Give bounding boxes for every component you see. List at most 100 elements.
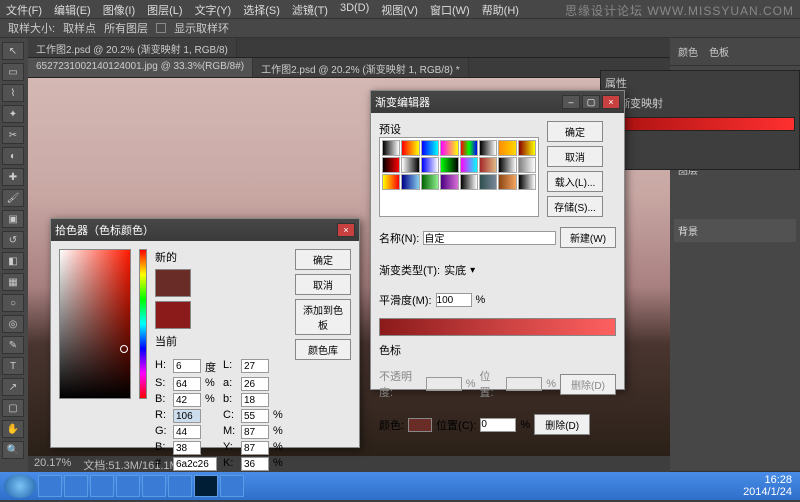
g-input[interactable] [173,425,201,439]
task-app4[interactable] [168,475,192,497]
heal-tool[interactable]: ✚ [2,168,24,186]
preset-swatch[interactable] [440,140,458,156]
ge-cancel-button[interactable]: 取消 [547,146,603,167]
preset-swatch[interactable] [382,140,400,156]
dodge-tool[interactable]: ◎ [2,315,24,333]
menu-3d[interactable]: 3D(D) [340,2,369,16]
maximize-icon[interactable]: ▢ [582,95,600,109]
menu-file[interactable]: 文件(F) [6,2,42,16]
blur-tool[interactable]: ○ [2,294,24,312]
task-app2[interactable] [116,475,140,497]
h-input[interactable] [173,359,201,373]
smooth-input[interactable] [436,293,472,307]
doc-tab-1[interactable]: 工作图2.psd @ 20.2% (渐变映射 1, RGB/8) [28,38,237,57]
preset-swatch[interactable] [401,140,419,156]
preset-swatch[interactable] [498,174,516,190]
preset-swatch[interactable] [460,174,478,190]
ge-load-button[interactable]: 载入(L)... [547,171,603,192]
preset-swatch[interactable] [421,140,439,156]
k-input[interactable] [241,457,269,471]
color-lib-button[interactable]: 颜色库 [295,339,351,360]
preset-swatch[interactable] [460,140,478,156]
menu-view[interactable]: 视图(V) [381,2,418,16]
menu-type[interactable]: 文字(Y) [195,2,232,16]
eyedropper-tool[interactable]: ◐ [2,147,24,165]
delete1-button[interactable]: 删除(D) [560,374,616,395]
ge-ok-button[interactable]: 确定 [547,121,603,142]
preset-swatch[interactable] [479,174,497,190]
preset-swatch[interactable] [518,157,536,173]
task-app5[interactable] [220,475,244,497]
preset-swatch[interactable] [498,157,516,173]
zoom-tool[interactable]: 🔍 [2,441,24,459]
menu-filter[interactable]: 滤镜(T) [292,2,328,16]
c-input[interactable] [241,409,269,423]
preset-swatch[interactable] [401,157,419,173]
sample-point-value[interactable]: 取样点 [63,20,96,36]
pos2-input[interactable] [480,418,516,432]
gradient-tool[interactable]: ▦ [2,273,24,291]
show-ring-checkbox[interactable] [156,23,166,33]
start-button[interactable] [4,474,36,498]
preset-swatch[interactable] [440,157,458,173]
stop-color-swatch[interactable] [408,418,432,432]
ge-save-button[interactable]: 存储(S)... [547,196,603,217]
ok-button[interactable]: 确定 [295,249,351,270]
preset-swatch[interactable] [518,140,536,156]
close-icon[interactable]: × [602,95,620,109]
type-tool[interactable]: T [2,357,24,375]
new-button[interactable]: 新建(W) [560,227,616,248]
r-input[interactable] [173,409,201,423]
b-input[interactable] [173,393,201,407]
menu-window[interactable]: 窗口(W) [430,2,470,16]
picker-titlebar[interactable]: 拾色器（色标颜色） × [51,219,359,241]
gradedit-titlebar[interactable]: 渐变编辑器 – ▢ × [371,91,624,113]
gradient-bar[interactable] [379,318,616,336]
l-input[interactable] [241,359,269,373]
y-input[interactable] [241,441,269,455]
task-explorer[interactable] [64,475,88,497]
menu-select[interactable]: 选择(S) [243,2,280,16]
preset-swatch[interactable] [421,174,439,190]
menu-layer[interactable]: 图层(L) [147,2,182,16]
hue-slider[interactable] [139,249,147,399]
panel-swatches[interactable]: 色板 [705,42,733,61]
minimize-icon[interactable]: – [562,95,580,109]
wand-tool[interactable]: ✦ [2,105,24,123]
color-field[interactable] [59,249,131,399]
preset-swatch[interactable] [440,174,458,190]
system-tray[interactable]: 16:28 2014/1/24 [743,474,796,498]
preset-grid[interactable] [379,137,539,217]
shape-tool[interactable]: ▢ [2,399,24,417]
preset-swatch[interactable] [498,140,516,156]
brush-tool[interactable]: 🖌 [2,189,24,207]
path-tool[interactable]: ↗ [2,378,24,396]
hand-tool[interactable]: ✋ [2,420,24,438]
menu-edit[interactable]: 编辑(E) [54,2,91,16]
delete2-button[interactable]: 删除(D) [534,414,590,435]
preset-swatch[interactable] [401,174,419,190]
eraser-tool[interactable]: ◧ [2,252,24,270]
lasso-tool[interactable]: ⌇ [2,84,24,102]
s-input[interactable] [173,377,201,391]
task-app3[interactable] [142,475,166,497]
gradient-preview[interactable] [605,117,795,131]
preset-swatch[interactable] [382,157,400,173]
marquee-tool[interactable]: ▭ [2,63,24,81]
layer-background[interactable]: 背景 [674,219,796,242]
preset-swatch[interactable] [518,174,536,190]
move-tool[interactable]: ↖ [2,42,24,60]
properties-tab[interactable]: 属性 [605,78,627,90]
bv-input[interactable] [173,441,201,455]
stamp-tool[interactable]: ▣ [2,210,24,228]
name-input[interactable] [423,231,556,245]
task-app1[interactable] [90,475,114,497]
crop-tool[interactable]: ✂ [2,126,24,144]
doc-tab-2[interactable]: 6527231002140124001.jpg @ 33.3%(RGB/8#) [28,58,253,77]
panel-color[interactable]: 颜色 [674,42,702,61]
pen-tool[interactable]: ✎ [2,336,24,354]
type-dropdown[interactable]: 实底 [444,262,466,278]
task-ie[interactable] [38,475,62,497]
cancel-button[interactable]: 取消 [295,274,351,295]
history-brush-tool[interactable]: ↺ [2,231,24,249]
